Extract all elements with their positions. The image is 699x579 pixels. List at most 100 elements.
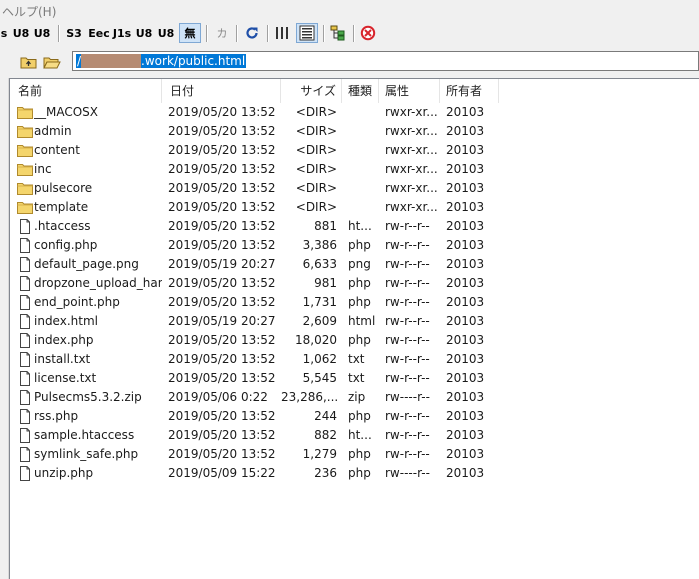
file-attributes: rw-r--r-- xyxy=(385,371,430,385)
file-row[interactable]: .htaccess 2019/05/20 13:52 881 ht... rw-r--r… xyxy=(10,217,698,236)
file-row[interactable]: Pulsecms5.3.2.zip 2019/05/06 0:22 23,286,.… xyxy=(10,388,698,407)
column-header-attributes[interactable]: 属性 xyxy=(379,79,440,103)
file-icon xyxy=(17,447,33,462)
file-row[interactable]: symlink_safe.php 2019/05/20 13:52 1,279 php… xyxy=(10,445,698,464)
column-header-name[interactable]: 名前 xyxy=(10,79,162,103)
toolbar-separator xyxy=(58,25,60,42)
list-view-icon[interactable] xyxy=(272,23,292,43)
toolbar-button-s[interactable]: s xyxy=(0,23,8,43)
file-row[interactable]: dropzone_upload_han... 2019/05/20 13:52 98… xyxy=(10,274,698,293)
file-name: license.txt xyxy=(34,371,97,385)
file-date: 2019/05/20 13:52 xyxy=(168,333,276,347)
file-row[interactable]: pulsecore 2019/05/20 13:52 <DIR> rwxr-xr...… xyxy=(10,179,698,198)
toolbar-button-utf8n-2[interactable]: U8 xyxy=(157,23,175,43)
file-type xyxy=(348,198,379,217)
file-attributes: rw-r--r-- xyxy=(385,428,430,442)
column-header-owner[interactable]: 所有者 xyxy=(440,79,499,103)
file-row[interactable]: index.html 2019/05/19 20:27 2,609 html rw-r-… xyxy=(10,312,698,331)
file-row[interactable]: config.php 2019/05/20 13:52 3,386 php rw-r--… xyxy=(10,236,698,255)
column-header-type[interactable]: 種類 xyxy=(342,79,379,103)
file-type: ht... xyxy=(348,428,372,442)
file-date: 2019/05/20 13:52 xyxy=(168,219,276,233)
file-icon xyxy=(17,466,33,481)
detail-view-icon[interactable] xyxy=(296,23,318,43)
file-type: zip xyxy=(348,390,366,404)
file-attributes: rw-r--r-- xyxy=(385,333,430,347)
file-icon xyxy=(17,371,33,386)
file-row[interactable]: unzip.php 2019/05/09 15:22 236 php rw----r--… xyxy=(10,464,698,483)
file-name: default_page.png xyxy=(34,257,139,271)
file-name: dropzone_upload_han... xyxy=(34,276,162,290)
toolbar-button-no-convert[interactable]: 無 xyxy=(179,23,201,43)
parent-folder-icon[interactable] xyxy=(19,52,39,71)
toolbar-button-utf8-2[interactable]: U8 xyxy=(135,23,153,43)
path-bar: / .work/public.html xyxy=(0,49,699,74)
file-type: php xyxy=(348,447,371,461)
open-folder-icon[interactable] xyxy=(42,52,62,71)
toolbar-separator xyxy=(353,25,355,42)
file-row[interactable]: content 2019/05/20 13:52 <DIR> rwxr-xr... 20… xyxy=(10,141,698,160)
file-icon xyxy=(17,257,33,272)
file-owner: 20103 xyxy=(446,428,485,442)
toolbar-button-euc[interactable]: Eec xyxy=(88,23,110,43)
file-attributes: rw-r--r-- xyxy=(385,409,430,423)
file-name: pulsecore xyxy=(34,181,93,195)
file-name: __MACOSX xyxy=(34,105,99,119)
file-row[interactable]: template 2019/05/20 13:52 <DIR> rwxr-xr... 2… xyxy=(10,198,698,217)
file-name: template xyxy=(34,200,89,214)
refresh-icon[interactable] xyxy=(242,23,262,43)
file-owner: 20103 xyxy=(446,352,485,366)
menu-help[interactable]: ヘルプ(H) xyxy=(2,3,56,20)
file-row[interactable]: sample.htaccess 2019/05/20 13:52 882 ht... r… xyxy=(10,426,698,445)
toolbar-button-jis[interactable]: J1s xyxy=(113,23,131,43)
tree-view-icon[interactable] xyxy=(328,23,348,43)
file-date: 2019/05/20 13:52 xyxy=(168,200,276,214)
path-selection: / .work/public.html xyxy=(76,54,247,68)
column-header-size[interactable]: サイズ xyxy=(281,79,342,103)
file-size: 6,633 xyxy=(302,257,337,271)
file-icon xyxy=(17,219,33,234)
file-name: sample.htaccess xyxy=(34,428,135,442)
file-row[interactable]: __MACOSX 2019/05/20 13:52 <DIR> rwxr-xr... 2… xyxy=(10,103,698,122)
file-attributes: rw----r-- xyxy=(385,466,430,480)
column-header-date[interactable]: 日付 xyxy=(162,79,281,103)
file-icon xyxy=(17,390,33,405)
file-owner: 20103 xyxy=(446,295,485,309)
file-attributes: rw-r--r-- xyxy=(385,314,430,328)
file-name: rss.php xyxy=(34,409,79,423)
file-size: 5,545 xyxy=(302,371,337,385)
file-attributes: rwxr-xr... xyxy=(385,181,438,195)
file-size: <DIR> xyxy=(295,200,337,214)
toolbar-button-utf8n[interactable]: U8 xyxy=(33,23,51,43)
file-row[interactable]: inc 2019/05/20 13:52 <DIR> rwxr-xr... 20103 xyxy=(10,160,698,179)
file-date: 2019/05/20 13:52 xyxy=(168,162,276,176)
file-size: 23,286,... xyxy=(281,390,337,404)
file-owner: 20103 xyxy=(446,276,485,290)
toolbar-button-kana[interactable]: カ xyxy=(212,23,232,43)
file-size: 1,731 xyxy=(302,295,337,309)
file-attributes: rw-r--r-- xyxy=(385,295,430,309)
file-row[interactable]: end_point.php 2019/05/20 13:52 1,731 php rw-… xyxy=(10,293,698,312)
file-row[interactable]: default_page.png 2019/05/19 20:27 6,633 png… xyxy=(10,255,698,274)
file-date: 2019/05/19 20:27 xyxy=(168,257,276,271)
file-attributes: rwxr-xr... xyxy=(385,105,438,119)
file-attributes: rwxr-xr... xyxy=(385,124,438,138)
file-row[interactable]: index.php 2019/05/20 13:52 18,020 php rw-r--… xyxy=(10,331,698,350)
stop-icon[interactable] xyxy=(358,23,378,43)
folder-icon xyxy=(17,181,33,196)
file-size: <DIR> xyxy=(295,162,337,176)
file-owner: 20103 xyxy=(446,238,485,252)
file-row[interactable]: install.txt 2019/05/20 13:52 1,062 txt rw-r-… xyxy=(10,350,698,369)
file-icon xyxy=(17,238,33,253)
file-row[interactable]: rss.php 2019/05/20 13:52 244 php rw-r--r-- 20… xyxy=(10,407,698,426)
path-input[interactable]: / .work/public.html xyxy=(72,51,699,71)
toolbar-button-sjis[interactable]: S3 xyxy=(64,23,84,43)
file-list-panel[interactable]: 名前 日付 サイズ 種類 属性 所有者 __MACOSX 2019/05/20 1… xyxy=(9,78,699,579)
file-row[interactable]: admin 2019/05/20 13:52 <DIR> rwxr-xr... 2010… xyxy=(10,122,698,141)
toolbar-separator xyxy=(267,25,269,42)
toolbar-button-utf8[interactable]: U8 xyxy=(12,23,30,43)
file-row[interactable]: license.txt 2019/05/20 13:52 5,545 txt rw-r-… xyxy=(10,369,698,388)
file-date: 2019/05/20 13:52 xyxy=(168,352,276,366)
file-name: install.txt xyxy=(34,352,91,366)
file-owner: 20103 xyxy=(446,219,485,233)
